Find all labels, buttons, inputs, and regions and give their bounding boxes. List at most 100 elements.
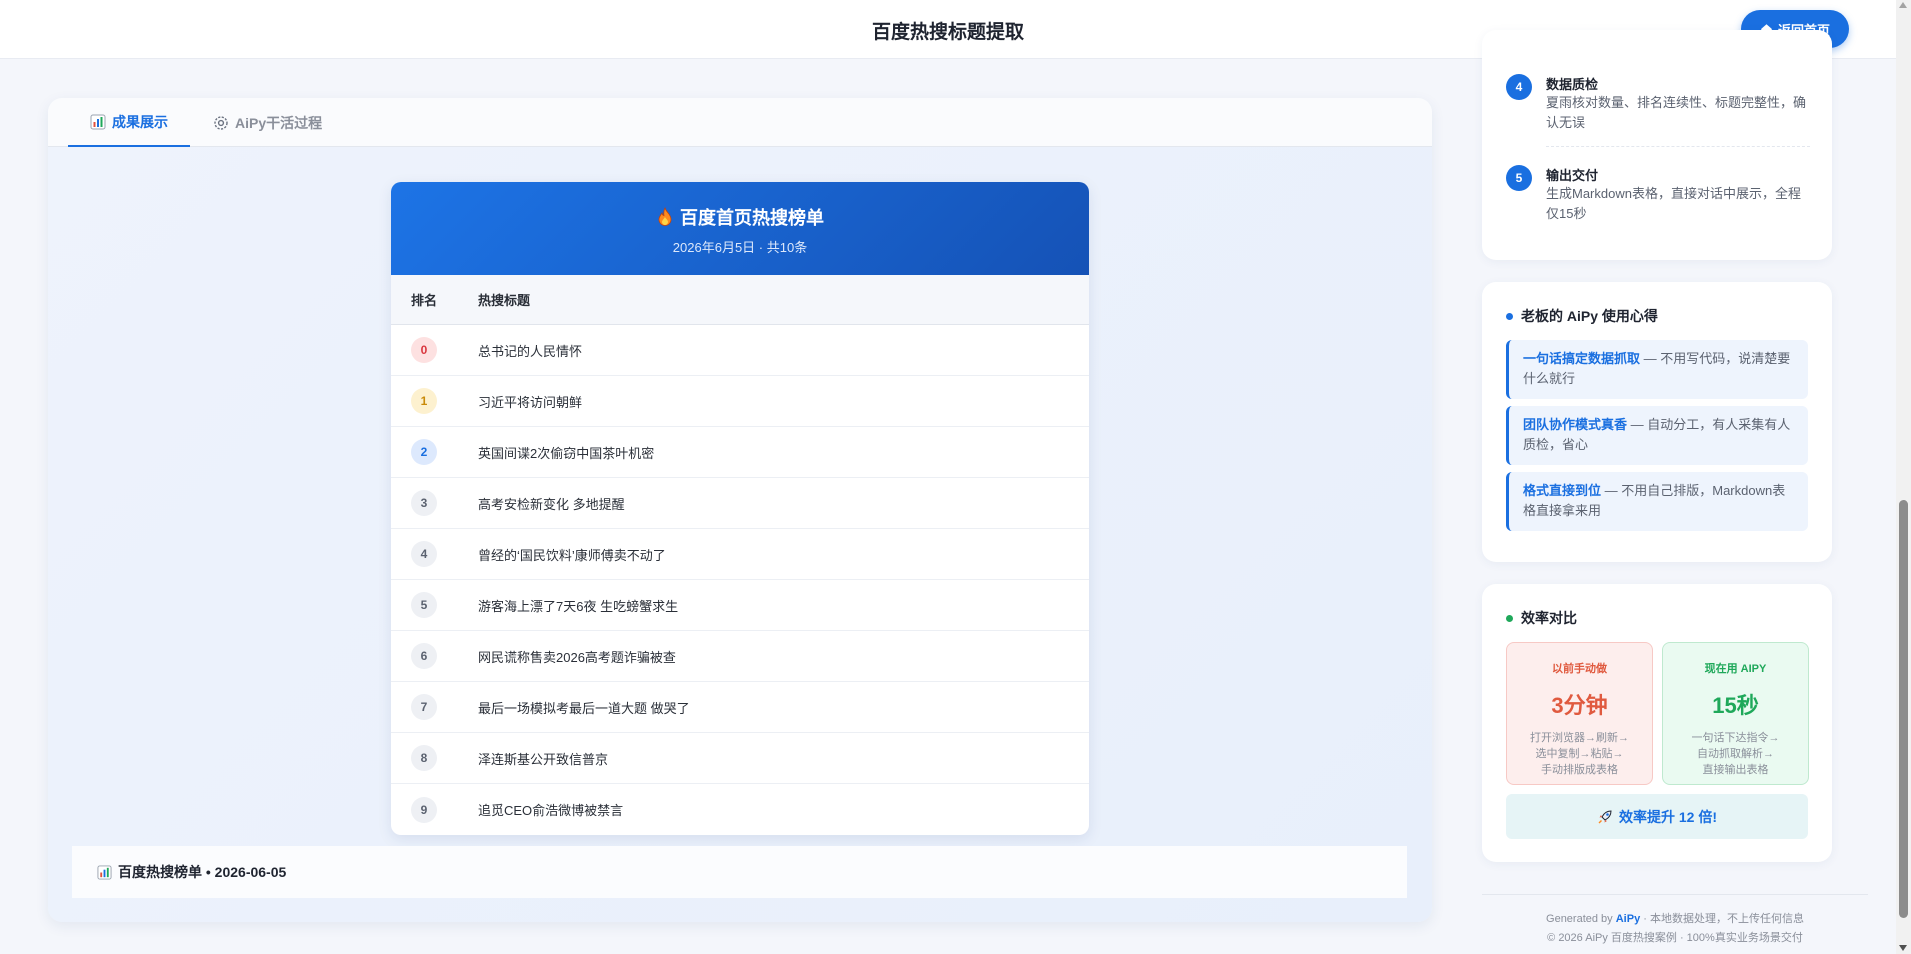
table-row[interactable]: 1 习近平将访问朝鲜: [391, 376, 1089, 427]
title-cell: 习近平将访问朝鲜: [478, 394, 583, 410]
title-cell: 网民谎称售卖2026高考题诈骗被查: [478, 649, 676, 665]
rocket-icon: [1598, 809, 1612, 823]
rank-badge: 0: [411, 337, 437, 363]
table-row[interactable]: 8 泽连斯基公开致信普京: [391, 733, 1089, 784]
rank-cell: 4: [391, 541, 478, 567]
bar-chart-icon: [90, 114, 106, 129]
footer-divider: [1482, 894, 1868, 895]
title-cell: 游客海上漂了7天6夜 生吃螃蟹求生: [478, 598, 679, 614]
efficiency-card: 效率对比 以前手动做 3分钟 打开浏览器→刷新→ 选中复制→粘贴→ 手动排版成表…: [1482, 584, 1832, 862]
before-value: 3分钟: [1551, 693, 1608, 718]
ranking-title-text: 百度首页热搜榜单: [680, 208, 824, 228]
blue-dot-icon: [1506, 312, 1513, 320]
tab-results-label: 成果展示: [112, 113, 168, 130]
rank-cell: 3: [391, 490, 478, 516]
footer: Generated by AiPy · 本地数据处理，不上传任何信息 © 202…: [1482, 910, 1868, 948]
rank-cell: 1: [391, 388, 478, 414]
after-desc-line: 直接输出表格: [1702, 764, 1769, 776]
tab-process-label: AiPy干活过程: [235, 114, 323, 131]
table-row[interactable]: 3 高考安检新变化 多地提醒: [391, 478, 1089, 529]
tips-heading-text: 老板的 AiPy 使用心得: [1521, 308, 1658, 324]
footer-generated: Generated by AiPy · 本地数据处理，不上传任何信息: [1482, 910, 1868, 929]
step-desc: 夏雨核对数量、排名连续性、标题完整性，确认无误: [1546, 95, 1807, 130]
rank-cell: 5: [391, 592, 478, 618]
rank-cell: 7: [391, 694, 478, 720]
rank-badge: 5: [411, 592, 437, 618]
step-divider: [1546, 146, 1810, 147]
footer-copyright: © 2026 AiPy 百度热搜案例 · 100%真实业务场景交付: [1547, 932, 1803, 944]
after-value: 15秒: [1712, 693, 1759, 718]
step-title: 数据质检: [1546, 77, 1599, 92]
before-desc-line: 选中复制→粘贴→: [1535, 748, 1624, 760]
title-cell: 英国间谍2次偷窃中国茶叶机密: [478, 445, 655, 461]
table-header: 排名 热搜标题: [391, 275, 1089, 325]
tips-heading: 老板的 AiPy 使用心得: [1506, 306, 1658, 326]
rank-cell: 6: [391, 643, 478, 669]
result-panel: 成果展示 AiPy干活过程 百度首页热搜榜单 2026年6月5日 · 共10条 …: [48, 98, 1432, 922]
efficiency-banner: 效率提升 12 倍!: [1506, 794, 1808, 839]
ranking-title: 百度首页热搜榜单: [391, 182, 1089, 230]
rank-badge: 2: [411, 439, 437, 465]
rank-badge: 1: [411, 388, 437, 414]
rank-cell: 9: [391, 796, 478, 823]
efficiency-heading: 效率对比: [1506, 608, 1577, 628]
after-desc: 一句话下达指令→ 自动抓取解析→ 直接输出表格: [1663, 730, 1808, 778]
table-row[interactable]: 4 曾经的‘国民饮料’康师傅卖不动了: [391, 529, 1089, 580]
tip-strong: 一句话搞定数据抓取: [1523, 351, 1641, 366]
tips-card: 老板的 AiPy 使用心得 一句话搞定数据抓取 — 不用写代码，说清楚要什么就行…: [1482, 282, 1832, 562]
bar-chart-icon: [97, 864, 112, 880]
title-cell: 高考安检新变化 多地提醒: [478, 496, 625, 512]
ranking-card: 百度首页热搜榜单 2026年6月5日 · 共10条 排名 热搜标题 0 总书记的人…: [391, 182, 1089, 835]
tip-item: 格式直接到位 — 不用自己排版，Markdown表格直接拿来用: [1506, 472, 1808, 531]
rank-cell: 0: [391, 337, 478, 363]
title-cell: 曾经的‘国民饮料’康师傅卖不动了: [478, 547, 666, 563]
table-row[interactable]: 6 网民谎称售卖2026高考题诈骗被查: [391, 631, 1089, 682]
table-row[interactable]: 9 追觅CEO俞浩微博被禁言: [391, 784, 1089, 835]
rank-cell: 8: [391, 745, 478, 771]
step-title: 输出交付: [1546, 168, 1599, 183]
bottom-caption-text: 百度热搜榜单 • 2026-06-05: [118, 864, 287, 880]
table-row[interactable]: 2 英国间谍2次偷窃中国茶叶机密: [391, 427, 1089, 478]
tab-process[interactable]: AiPy干活过程: [213, 98, 322, 147]
rank-badge: 8: [411, 745, 437, 771]
rank-badge: 6: [411, 643, 437, 669]
title-cell: 最后一场模拟考最后一道大题 做哭了: [478, 700, 690, 716]
tip-item: 一句话搞定数据抓取 — 不用写代码，说清楚要什么就行: [1506, 340, 1808, 399]
tip-item: 团队协作模式真香 — 自动分工，有人采集有人质检，省心: [1506, 406, 1808, 465]
rank-badge: 3: [411, 490, 437, 516]
after-box: 现在用 AIPY 15秒 一句话下达指令→ 自动抓取解析→ 直接输出表格: [1662, 642, 1809, 785]
step-number: 5: [1506, 165, 1532, 191]
after-desc-line: 一句话下达指令→: [1691, 732, 1780, 744]
tab-results[interactable]: 成果展示: [68, 98, 190, 147]
footer-prefix: Generated by: [1546, 913, 1616, 925]
tab-bar: 成果展示 AiPy干活过程: [48, 98, 1432, 147]
tip-strong: 团队协作模式真香: [1523, 417, 1628, 432]
bottom-caption: 百度热搜榜单 • 2026-06-05: [72, 846, 1407, 898]
green-dot-icon: [1506, 614, 1513, 622]
title-cell: 追觅CEO俞浩微博被禁言: [478, 803, 624, 818]
fire-icon: [658, 207, 672, 226]
footer-brand-link[interactable]: AiPy: [1616, 913, 1640, 925]
table-row[interactable]: 7 最后一场模拟考最后一道大题 做哭了: [391, 682, 1089, 733]
table-row[interactable]: 5 游客海上漂了7天6夜 生吃螃蟹求生: [391, 580, 1089, 631]
step-desc: 生成Markdown表格，直接对话中展示，全程仅15秒: [1546, 186, 1801, 221]
step-number: 4: [1506, 74, 1532, 100]
before-desc-line: 打开浏览器→刷新→: [1530, 732, 1629, 744]
tip-strong: 格式直接到位: [1523, 483, 1602, 498]
rank-badge: 9: [411, 796, 437, 823]
ranking-rows: 0 总书记的人民情怀 1 习近平将访问朝鲜 2 英国间谍2次偷窃中国茶叶机密 3 高考安检新变…: [391, 325, 1089, 835]
title-cell: 总书记的人民情怀: [478, 343, 583, 359]
ranking-subtitle: 2026年6月5日 · 共10条: [672, 240, 808, 255]
scroll-up-icon[interactable]: [1899, 2, 1907, 8]
rank-badge: 7: [411, 694, 437, 720]
gear-icon: [214, 115, 228, 130]
before-desc: 打开浏览器→刷新→ 选中复制→粘贴→ 手动排版成表格: [1507, 730, 1652, 778]
after-desc-line: 自动抓取解析→: [1697, 748, 1774, 760]
ranking-header: 百度首页热搜榜单 2026年6月5日 · 共10条: [391, 182, 1089, 275]
after-label: 现在用 AIPY: [1704, 663, 1767, 675]
scrollbar-thumb[interactable]: [1899, 500, 1908, 918]
scroll-down-icon[interactable]: [1899, 945, 1907, 951]
rank-badge: 4: [411, 541, 437, 567]
table-row[interactable]: 0 总书记的人民情怀: [391, 325, 1089, 376]
footer-suffix: · 本地数据处理，不上传任何信息: [1640, 913, 1804, 925]
